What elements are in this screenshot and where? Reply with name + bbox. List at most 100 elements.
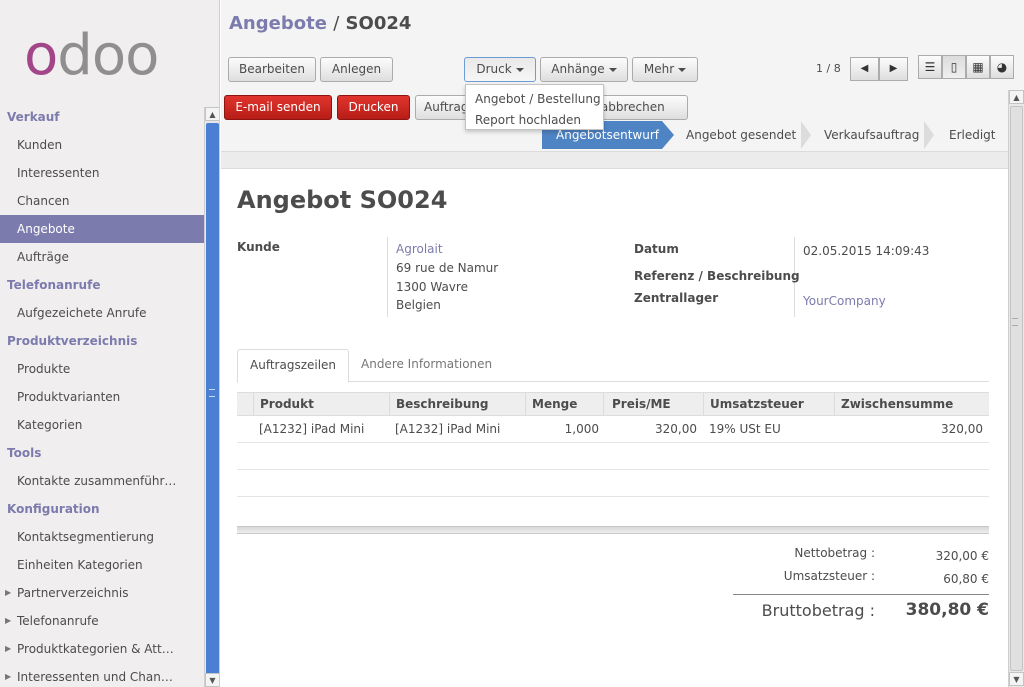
column-header-product[interactable]: Produkt (253, 393, 389, 415)
sidebar-item-angebote[interactable]: Angebote (0, 215, 204, 243)
sidebar-item-aufgezeichnete-anrufe[interactable]: Aufgezeichete Anrufe (0, 299, 204, 327)
form-view-icon[interactable]: ▯ (942, 55, 966, 79)
scroll-down-icon[interactable]: ▼ (1009, 672, 1024, 686)
edit-button[interactable]: Bearbeiten (228, 57, 316, 82)
cell-quantity: 1,000 (564, 422, 599, 436)
date-label: Datum (634, 242, 679, 256)
gross-amount-label: Bruttobetrag : (761, 601, 875, 620)
triangle-right-icon: ▶ (5, 588, 12, 597)
cell-description: [A1232] iPad Mini (395, 422, 501, 436)
warehouse-label: Zentrallager (634, 291, 719, 305)
main-scroll-thumb[interactable] (1010, 106, 1023, 671)
customer-address-country: Belgien (396, 298, 441, 312)
sidebar-scroll-thumb[interactable] (206, 123, 219, 683)
reference-label: Referenz / Beschreibung (634, 269, 800, 283)
cell-product: [A1232] iPad Mini (259, 422, 365, 436)
triangle-right-icon: ▶ (5, 616, 12, 625)
more-dropdown-button[interactable]: Mehr (632, 57, 698, 82)
triangle-right-icon: ▶ (5, 644, 12, 653)
menu-section-telefonanrufe[interactable]: Telefonanrufe (0, 271, 204, 299)
menu-section-konfiguration[interactable]: Konfiguration (0, 495, 204, 523)
sidebar-item-kategorien[interactable]: Kategorien (0, 411, 204, 439)
sidebar-item-einheiten-kategorien[interactable]: Einheiten Kategorien (0, 551, 204, 579)
customer-address-street: 69 rue de Namur (396, 261, 499, 275)
tax-amount-value: 60,80 € (943, 572, 989, 586)
breadcrumb-current: SO024 (345, 13, 412, 34)
table-header-spacer (237, 393, 253, 415)
tab-other-information[interactable]: Andere Informationen (349, 349, 504, 382)
caret-down-icon (608, 67, 617, 72)
breadcrumb-separator: / (333, 13, 340, 34)
tab-order-lines[interactable]: Auftragszeilen (237, 349, 350, 383)
dropdown-item-upload-report[interactable]: Report hochladen (466, 110, 603, 131)
print-dropdown-button[interactable]: Druck (464, 57, 536, 82)
menu-section-produktverzeichnis[interactable]: Produktverzeichnis (0, 327, 204, 355)
column-header-description[interactable]: Beschreibung (389, 393, 525, 415)
menu-section-verkauf[interactable]: Verkauf (0, 103, 204, 131)
stage-separator-icon (801, 121, 811, 149)
scroll-down-icon[interactable]: ▼ (205, 673, 219, 687)
sidebar-item-interessenten-chancen[interactable]: ▶ Interessenten und Chan… (0, 663, 204, 687)
cell-subtotal: 320,00 (941, 422, 983, 436)
scroll-up-icon[interactable]: ▲ (1009, 90, 1024, 104)
stage-done[interactable]: Erledigt (949, 121, 1009, 149)
attachments-dropdown-button[interactable]: Anhänge (540, 57, 628, 82)
control-panel: Angebote / SO024 Bearbeiten Anlegen Druc… (221, 0, 1024, 90)
sidebar-item-telefonanrufe-config[interactable]: ▶ Telefonanrufe (0, 607, 204, 635)
sidebar-item-kontaktsegmentierung[interactable]: Kontaktsegmentierung (0, 523, 204, 551)
column-header-tax[interactable]: Umsatzsteuer (703, 393, 834, 415)
gross-amount-value: 380,80 € (905, 600, 989, 620)
pager-previous-icon[interactable]: ◀ (850, 57, 879, 81)
sidebar-item-auftraege[interactable]: Aufträge (0, 243, 204, 271)
sidebar-item-produktvarianten[interactable]: Produktvarianten (0, 383, 204, 411)
sidebar-item-chancen[interactable]: Chancen (0, 187, 204, 215)
form-sheet: Angebot SO024 Kunde Agrolait 69 rue de N… (221, 168, 1008, 687)
calendar-view-icon[interactable]: ▦ (966, 55, 990, 79)
field-divider (387, 237, 388, 317)
print-report-button[interactable]: Drucken (337, 95, 410, 120)
column-header-unit-price[interactable]: Preis/ME (603, 393, 703, 415)
stage-arrow-icon (662, 121, 674, 149)
sidebar-item-kontakte-zusammenfuehren[interactable]: Kontakte zusammenführ… (0, 467, 204, 495)
date-value: 02.05.2015 14:09:43 (803, 244, 930, 258)
table-row[interactable]: [A1232] iPad Mini [A1232] iPad Mini 1,00… (237, 416, 989, 443)
stage-separator-icon (924, 121, 934, 149)
pager-counter[interactable]: 1 / 8 (816, 62, 841, 75)
main-area: Angebote / SO024 Bearbeiten Anlegen Druc… (221, 0, 1024, 687)
cell-unit-price: 320,00 (655, 422, 697, 436)
scroll-up-icon[interactable]: ▲ (205, 107, 219, 121)
list-view-icon[interactable]: ☰ (918, 55, 942, 79)
customer-link[interactable]: Agrolait (396, 242, 443, 256)
sidebar-item-partnerverzeichnis[interactable]: ▶ Partnerverzeichnis (0, 579, 204, 607)
page-title: Angebot SO024 (237, 186, 448, 214)
menu-section-tools[interactable]: Tools (0, 439, 204, 467)
send-email-button[interactable]: E-mail senden (224, 95, 332, 120)
create-button[interactable]: Anlegen (320, 57, 393, 82)
print-dropdown-menu: Angebot / Bestellung Report hochladen (465, 84, 604, 130)
odoo-logo[interactable]: odoo (24, 28, 194, 84)
warehouse-link[interactable]: YourCompany (803, 294, 886, 308)
sidebar: odoo Verkauf Kunden Interessenten Chance… (0, 0, 220, 687)
pager-next-icon[interactable]: ▶ (879, 57, 908, 81)
main-scrollbar[interactable]: ▲ ▼ (1008, 90, 1024, 687)
sidebar-menu: Verkauf Kunden Interessenten Chancen Ang… (0, 103, 204, 687)
stage-sales-order[interactable]: Verkaufsauftrag (824, 121, 924, 149)
column-header-quantity[interactable]: Menge (525, 393, 603, 415)
grip-icon (209, 389, 215, 397)
sidebar-scrollbar[interactable]: ▲ ▼ (204, 107, 219, 687)
grip-icon (1012, 318, 1018, 326)
table-row-empty (237, 470, 989, 497)
graph-view-icon[interactable]: ◕ (990, 55, 1014, 79)
breadcrumb-parent-link[interactable]: Angebote (229, 13, 327, 34)
notebook-tabs: Auftragszeilen Andere Informationen (237, 349, 989, 383)
dropdown-item-quotation-order[interactable]: Angebot / Bestellung (466, 89, 603, 110)
sidebar-item-produkte[interactable]: Produkte (0, 355, 204, 383)
stage-sent[interactable]: Angebot gesendet (686, 121, 796, 149)
net-amount-label: Nettobetrag : (794, 546, 875, 560)
cell-tax: 19% USt EU (709, 422, 781, 436)
sidebar-item-kunden[interactable]: Kunden (0, 131, 204, 159)
sidebar-item-produktkategorien[interactable]: ▶ Produktkategorien & Att… (0, 635, 204, 663)
column-header-subtotal[interactable]: Zwischensumme (834, 393, 989, 415)
sidebar-item-interessenten[interactable]: Interessenten (0, 159, 204, 187)
table-footer (237, 526, 989, 534)
